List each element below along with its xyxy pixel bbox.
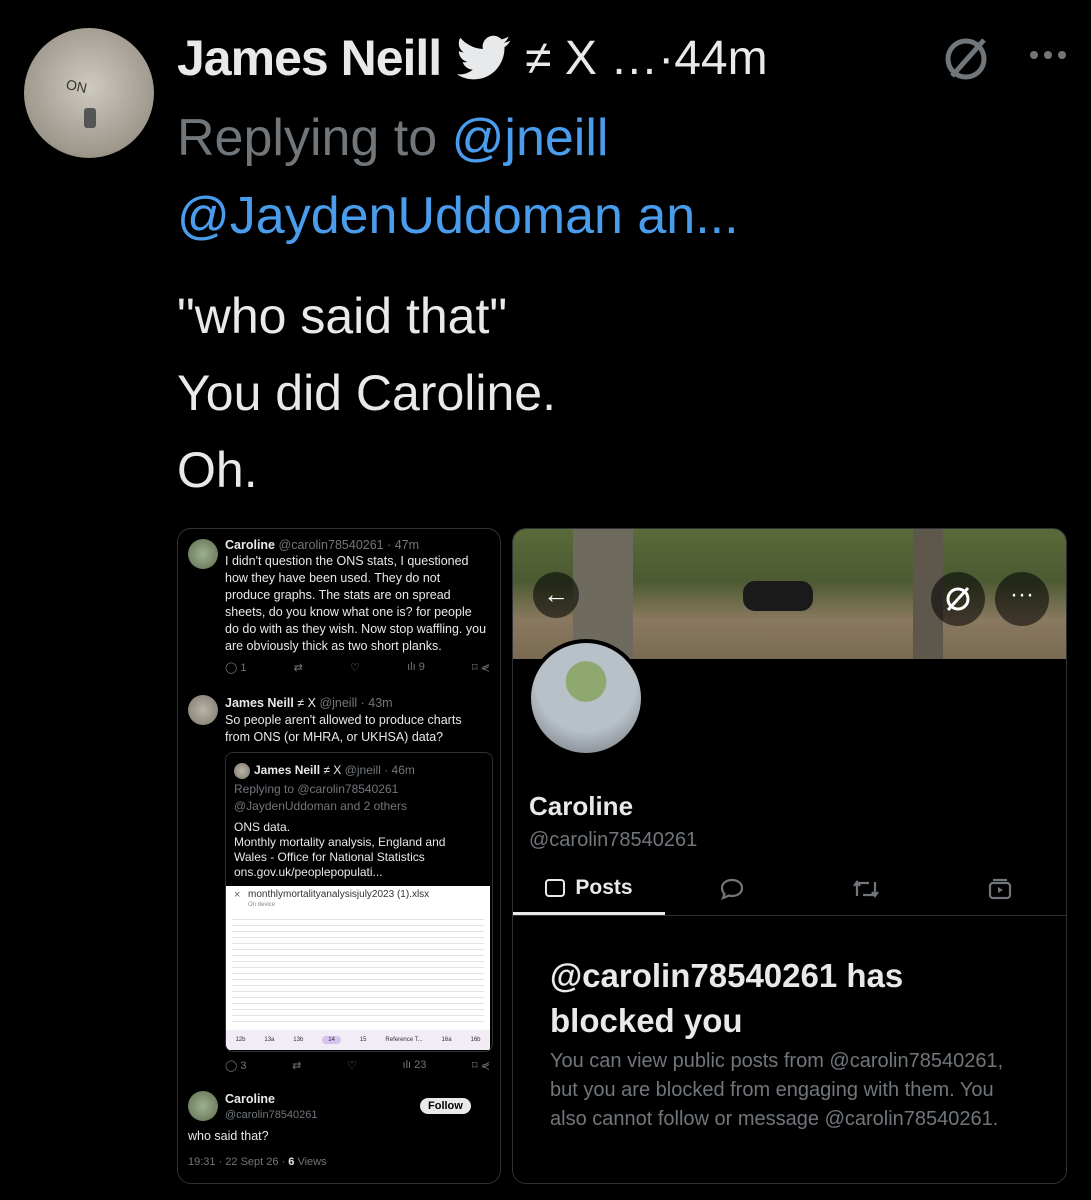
quote-replying-to-2: @JaydenUddoman and 2 others — [234, 799, 407, 813]
tweet-text: "who said that" You did Caroline. Oh. — [177, 278, 556, 509]
grok-circle-icon[interactable] — [931, 572, 985, 626]
tweet-meta: 19:31 · 22 Sept 26 · 6 Views — [188, 1156, 327, 1168]
blocked-body: You can view public posts from @carolin7… — [550, 1050, 1004, 1130]
tab-posts-label: Posts — [575, 875, 633, 899]
tab-posts[interactable]: Posts — [513, 863, 665, 915]
quote-author-suffix: ≠ X — [323, 763, 342, 777]
retweet-icon[interactable]: ⇄ — [294, 661, 303, 674]
follow-button[interactable]: Follow — [420, 1098, 471, 1114]
tweet-handle-time: @carolin78540261 · 47m — [278, 538, 420, 552]
tweet-line-3: Oh. — [177, 442, 258, 498]
profile-tabs: Posts — [513, 863, 1066, 916]
replying-to: Replying to @jneill @JaydenUddoman an... — [177, 105, 739, 249]
sheet-tab[interactable]: 15 — [360, 1037, 367, 1043]
more-options-icon[interactable] — [1028, 48, 1068, 62]
tweet-author-name: James Neill — [225, 696, 294, 710]
tweet-handle: @carolin78540261 — [225, 1109, 318, 1121]
twitter-bird-icon — [457, 35, 511, 80]
avatar-switch-graphic — [84, 108, 96, 128]
profile-avatar[interactable] — [527, 639, 645, 757]
quote-author-name: James Neill — [254, 763, 321, 777]
avatar — [188, 695, 218, 725]
sheet-subtitle: On device — [248, 902, 276, 908]
tweet-author-name: Caroline — [225, 538, 276, 552]
tweet-handle-time: @jneill · 43m — [319, 696, 393, 710]
spreadsheet-image[interactable]: × monthlymortalityanalysisjuly2023 (1).x… — [226, 886, 490, 1050]
like-icon[interactable]: ♡ — [347, 1059, 357, 1072]
tweet-actions: ◯ 3 ⇄ ♡ ılı 23 ⌑ ⋞ — [225, 1059, 490, 1072]
retweet-icon[interactable]: ⇄ — [292, 1059, 301, 1072]
tweet-line-2: You did Caroline. — [177, 365, 556, 421]
views-icon[interactable]: ılı 23 — [403, 1059, 427, 1072]
sheet-title: monthlymortalityanalysisjuly2023 (1).xls… — [248, 889, 430, 900]
avatar — [188, 539, 218, 569]
grok-circle-icon[interactable] — [940, 32, 992, 84]
repost-icon — [853, 880, 879, 898]
quote-replying-to: Replying to @carolin78540261 — [234, 782, 399, 796]
sheet-tab-bar: 12b 13a 13b 14 15 Reference T... 16a 16b — [226, 1030, 490, 1050]
profile-handle: @carolin78540261 — [529, 829, 698, 851]
tweet-author-name: Caroline — [225, 1092, 276, 1106]
attached-screenshot-right[interactable]: ← ··· Caroline @carolin78540261 Posts @c… — [512, 528, 1067, 1184]
author-avatar[interactable]: ON — [24, 28, 154, 158]
sheet-tab[interactable]: 13a — [264, 1037, 274, 1043]
sheet-tab[interactable]: Reference T... — [385, 1037, 422, 1043]
sheet-tab[interactable]: 16a — [442, 1037, 452, 1043]
author-suffix: ≠ X …·44m — [525, 31, 768, 85]
avatar — [188, 1091, 218, 1121]
replies-icon — [720, 878, 744, 900]
tab-media[interactable] — [933, 863, 1066, 915]
back-arrow-icon[interactable]: ← — [533, 572, 579, 618]
quote-text: ONS data. Monthly mortality analysis, En… — [234, 820, 446, 879]
more-options-icon[interactable]: ··· — [995, 572, 1049, 626]
quoted-tweet[interactable]: James Neill ≠ X @jneill · 46m Replying t… — [225, 752, 493, 1052]
reply-icon[interactable]: ◯ 1 — [225, 661, 247, 674]
sheet-tab[interactable]: 13b — [293, 1037, 303, 1043]
sheet-tab-active[interactable]: 14 — [322, 1036, 341, 1044]
reply-icon[interactable]: ◯ 3 — [225, 1059, 247, 1072]
tweet-text: I didn't question the ONS stats, I quest… — [225, 554, 487, 653]
author-name[interactable]: James Neill — [177, 29, 442, 87]
dog-graphic — [743, 581, 813, 611]
tweet-header: James Neill ≠ X …·44m — [177, 28, 768, 88]
sheet-tab[interactable]: 16b — [470, 1037, 480, 1043]
close-icon[interactable]: × — [234, 889, 240, 901]
tweet-line-1: "who said that" — [177, 288, 508, 344]
avatar — [234, 763, 250, 779]
views-icon[interactable]: ılı 9 — [407, 661, 425, 674]
posts-icon — [545, 878, 566, 897]
reply-handle-link-2[interactable]: @JaydenUddoman an... — [177, 187, 739, 245]
blocked-title: @carolin78540261 has blocked you — [550, 957, 904, 1039]
tab-replies[interactable] — [665, 863, 799, 915]
like-icon[interactable]: ♡ — [350, 661, 360, 674]
avatar-switch-label: ON — [64, 75, 89, 97]
sheet-tab[interactable]: 12b — [235, 1037, 245, 1043]
quote-handle-time: @jneill · 46m — [344, 763, 415, 777]
bookmark-share-icon[interactable]: ⌑ ⋞ — [472, 661, 490, 674]
tab-reposts[interactable] — [799, 863, 933, 915]
reply-handle-link[interactable]: @jneill — [452, 109, 609, 167]
tweet-author-suffix: ≠ X — [297, 696, 316, 710]
tweet-text: who said that? — [188, 1129, 269, 1143]
tweet-text: So people aren't allowed to produce char… — [225, 713, 462, 744]
media-icon — [988, 878, 1011, 900]
bookmark-share-icon[interactable]: ⌑ ⋞ — [472, 1059, 490, 1072]
attached-screenshot-left[interactable]: Caroline @carolin78540261 · 47m I didn't… — [177, 528, 501, 1184]
sheet-grid — [232, 914, 484, 1024]
replying-prefix: Replying to — [177, 109, 452, 167]
tweet-actions: ◯ 1 ⇄ ♡ ılı 9 ⌑ ⋞ — [225, 661, 490, 674]
profile-name: Caroline — [529, 791, 634, 821]
